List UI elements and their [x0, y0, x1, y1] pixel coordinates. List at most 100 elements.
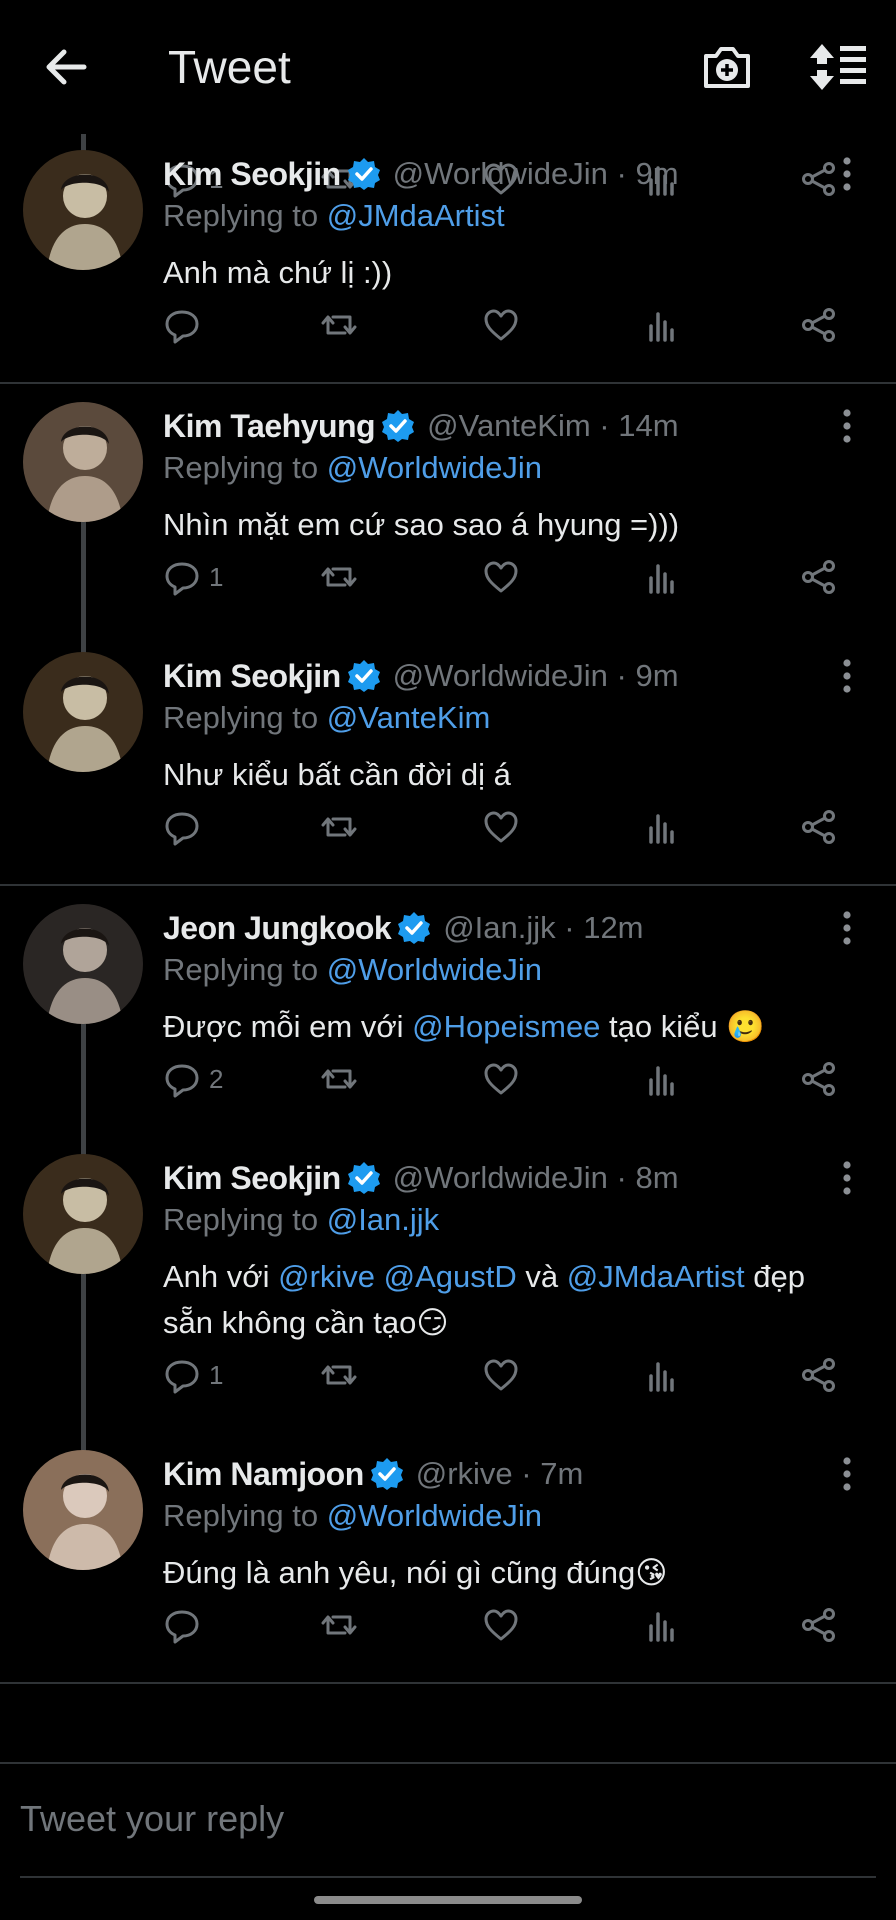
- reply-button[interactable]: [163, 298, 209, 352]
- replying-to-mention[interactable]: @Ian.jjk: [327, 1202, 439, 1237]
- author-name[interactable]: Kim Taehyung: [163, 408, 376, 445]
- author-handle-time: @WorldwideJin · 9m: [392, 156, 679, 191]
- retweet-button[interactable]: [320, 1348, 358, 1402]
- reply-button[interactable]: 1: [163, 550, 223, 604]
- sort-icon[interactable]: [808, 40, 870, 94]
- replying-to: Replying to @JMdaArtist: [163, 196, 860, 236]
- retweet-button[interactable]: [320, 550, 358, 604]
- like-button[interactable]: [482, 298, 520, 352]
- analytics-button[interactable]: [642, 550, 680, 604]
- retweet-button[interactable]: [320, 298, 358, 352]
- analytics-button[interactable]: [642, 1348, 680, 1402]
- reply-icon: [163, 808, 201, 846]
- replying-to-mention[interactable]: @JMdaArtist: [327, 198, 505, 233]
- divider: [0, 1682, 896, 1684]
- heart-icon: [482, 306, 520, 344]
- share-icon: [800, 306, 838, 344]
- reply-button[interactable]: [163, 800, 209, 854]
- tweet[interactable]: Kim Namjoon @rkive · 7m Replying to @Wor…: [0, 1434, 896, 1684]
- tweet[interactable]: Kim Taehyung @VanteKim · 14m Replying to…: [0, 386, 896, 636]
- author-name[interactable]: Kim Namjoon: [163, 1456, 364, 1493]
- analytics-button[interactable]: [642, 298, 680, 352]
- analytics-button[interactable]: [642, 1052, 680, 1106]
- retweet-button[interactable]: [320, 800, 358, 854]
- action-bar: [0, 1580, 896, 1670]
- mention-link[interactable]: @JMdaArtist: [567, 1259, 745, 1294]
- verified-badge-icon: [347, 1161, 381, 1195]
- replying-to: Replying to @Ian.jjk: [163, 1200, 860, 1240]
- share-button[interactable]: [800, 1348, 838, 1402]
- share-button[interactable]: [800, 800, 838, 854]
- tweet-body: Kim Seokjin @WorldwideJin · 9m Replying …: [163, 152, 860, 296]
- tweet[interactable]: Jeon Jungkook @Ian.jjk · 12m Replying to…: [0, 888, 896, 1138]
- analytics-button[interactable]: [642, 1598, 680, 1652]
- analytics-button[interactable]: [642, 800, 680, 854]
- tweet[interactable]: Kim Seokjin @WorldwideJin · 9m Replying …: [0, 134, 896, 384]
- author-name[interactable]: Kim Seokjin: [163, 156, 341, 193]
- avatar[interactable]: [23, 1154, 143, 1274]
- like-button[interactable]: [482, 550, 520, 604]
- tweet[interactable]: Kim Seokjin @WorldwideJin · 9m Replying …: [0, 636, 896, 886]
- action-bar: 1: [0, 1330, 896, 1420]
- reply-count: 2: [209, 1063, 224, 1094]
- replying-to: Replying to @VanteKim: [163, 698, 860, 738]
- replying-to-mention[interactable]: @WorldwideJin: [327, 450, 542, 485]
- replying-to-mention[interactable]: @WorldwideJin: [327, 952, 542, 987]
- share-button[interactable]: [800, 550, 838, 604]
- share-button[interactable]: [800, 298, 838, 352]
- author-name[interactable]: Kim Seokjin: [163, 1160, 341, 1197]
- action-bar: [0, 782, 896, 872]
- verified-badge-icon: [397, 911, 431, 945]
- replying-to-mention[interactable]: @WorldwideJin: [327, 1498, 542, 1533]
- like-button[interactable]: [482, 800, 520, 854]
- tweet-header: Kim Seokjin @WorldwideJin · 9m: [163, 654, 860, 698]
- tweet[interactable]: Kim Seokjin @WorldwideJin · 8m Replying …: [0, 1138, 896, 1434]
- tweet-text-segment: và: [516, 1259, 567, 1294]
- retweet-button[interactable]: [320, 1052, 358, 1106]
- analytics-icon: [642, 1356, 680, 1394]
- retweet-icon: [320, 558, 358, 596]
- heart-icon: [482, 808, 520, 846]
- verified-badge-icon: [381, 409, 415, 443]
- mention-link[interactable]: @AgustD: [384, 1259, 517, 1294]
- reply-icon: [163, 1356, 201, 1394]
- reply-icon: [163, 306, 201, 344]
- like-button[interactable]: [482, 1052, 520, 1106]
- reply-button[interactable]: 2: [163, 1052, 223, 1106]
- camera-add-icon[interactable]: [700, 40, 754, 94]
- like-button[interactable]: [482, 1348, 520, 1402]
- home-indicator[interactable]: [314, 1896, 582, 1904]
- arrow-left-icon[interactable]: [40, 42, 90, 92]
- author-name[interactable]: Kim Seokjin: [163, 658, 341, 695]
- replying-to-label: Replying to: [163, 1202, 319, 1237]
- analytics-icon: [642, 808, 680, 846]
- reply-icon: [163, 558, 201, 596]
- tweet-body: Kim Seokjin @WorldwideJin · 8m Replying …: [163, 1156, 860, 1346]
- avatar[interactable]: [23, 402, 143, 522]
- top-bar: Tweet: [0, 0, 896, 134]
- share-button[interactable]: [800, 1052, 838, 1106]
- author-handle-time: @rkive · 7m: [415, 1456, 584, 1491]
- share-icon: [800, 1606, 838, 1644]
- reply-button[interactable]: [163, 1598, 209, 1652]
- action-bar: 1: [0, 532, 896, 622]
- like-button[interactable]: [482, 1598, 520, 1652]
- tweet-body: Kim Taehyung @VanteKim · 14m Replying to…: [163, 404, 860, 548]
- tweet-header: Kim Namjoon @rkive · 7m: [163, 1452, 860, 1496]
- share-button[interactable]: [800, 1598, 838, 1652]
- analytics-icon: [642, 306, 680, 344]
- reply-input-placeholder[interactable]: Tweet your reply: [20, 1798, 284, 1840]
- mention-link[interactable]: @rkive: [278, 1259, 375, 1294]
- share-icon: [800, 1356, 838, 1394]
- avatar[interactable]: [23, 652, 143, 772]
- replying-to-mention[interactable]: @VanteKim: [327, 700, 491, 735]
- reply-button[interactable]: 1: [163, 1348, 223, 1402]
- author-handle-time: @VanteKim · 14m: [427, 408, 679, 443]
- author-name[interactable]: Jeon Jungkook: [163, 910, 392, 947]
- avatar[interactable]: [23, 904, 143, 1024]
- retweet-button[interactable]: [320, 1598, 358, 1652]
- replying-to-label: Replying to: [163, 700, 319, 735]
- reply-composer[interactable]: Tweet your reply: [0, 1762, 896, 1878]
- avatar[interactable]: [23, 150, 143, 270]
- avatar[interactable]: [23, 1450, 143, 1570]
